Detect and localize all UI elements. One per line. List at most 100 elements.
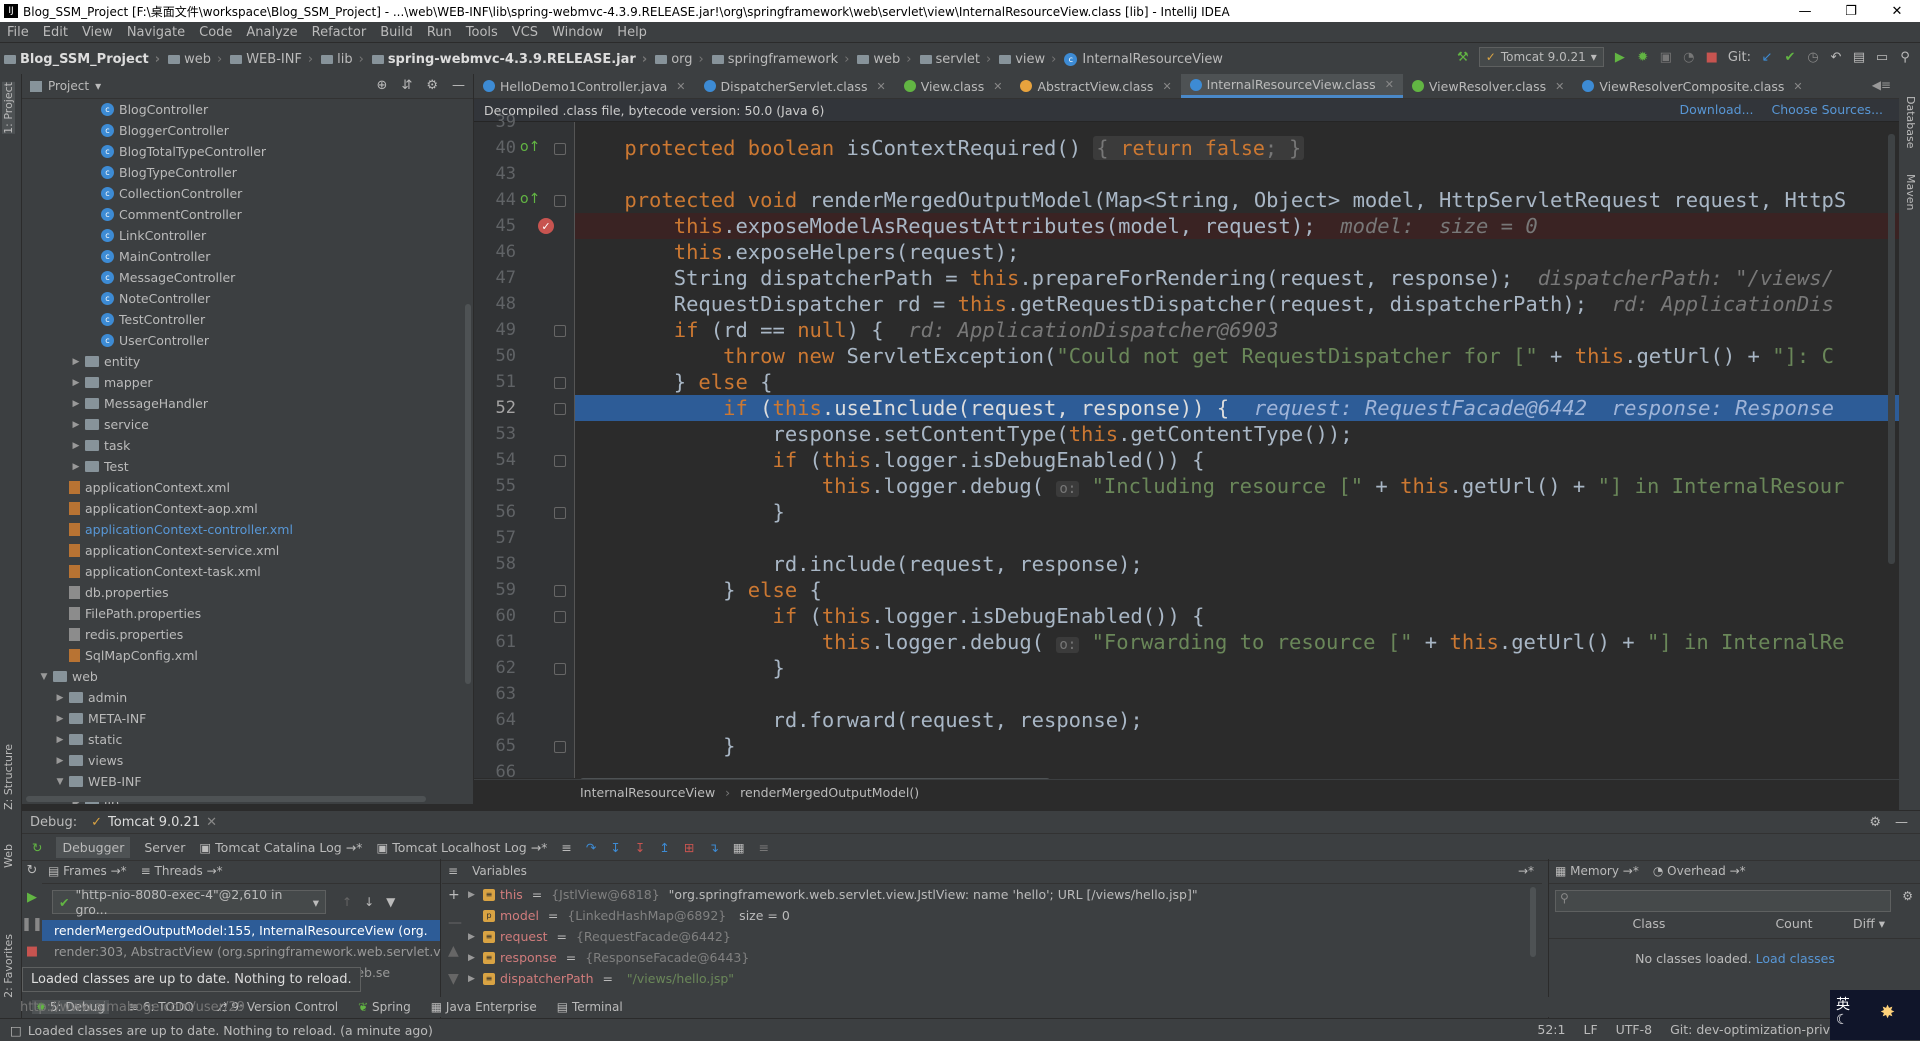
breadcrumb-servlet[interactable]: servlet › [916, 52, 996, 67]
expand-right-icon[interactable]: ▶ [54, 756, 66, 766]
tree-item[interactable]: ▶ META-INF [22, 708, 473, 729]
fold-icon[interactable] [554, 195, 566, 207]
revert-icon[interactable]: ↶ [1829, 50, 1843, 65]
tab-catalina-log[interactable]: ▣ Tomcat Catalina Log →* [199, 840, 362, 855]
expand-right-icon[interactable]: ▶ [54, 714, 66, 724]
threads-tab[interactable]: ≡ Threads →* [141, 864, 223, 878]
variable-row[interactable]: ▶ ≡ request = {RequestFacade@6442} [442, 926, 1542, 947]
code-area[interactable]: protected boolean isContextRequired() { … [575, 122, 1899, 778]
tree-item[interactable]: db.properties [22, 582, 473, 603]
filter-icon[interactable]: ▼ [386, 895, 395, 909]
project-structure-icon[interactable]: ▤ [1852, 50, 1866, 65]
project-panel-title[interactable]: Project [48, 79, 89, 93]
menu-file[interactable]: File [0, 25, 36, 40]
fold-icon[interactable] [554, 585, 566, 597]
debug-session-tab[interactable]: ✓ Tomcat 9.0.21 ✕ [91, 815, 217, 830]
tree-item[interactable]: c LinkController [22, 225, 473, 246]
step-into-icon[interactable]: ↧ [610, 840, 620, 855]
expand-right-icon[interactable]: ▶ [70, 357, 82, 367]
expand-right-icon[interactable]: ▶ [468, 953, 478, 963]
breadcrumb-view[interactable]: view › [995, 52, 1060, 67]
menu-help[interactable]: Help [610, 25, 654, 40]
close-icon[interactable]: ✕ [206, 815, 217, 830]
thread-selector[interactable]: ✔ "http-nio-8080-exec-4"@2,610 in gro...… [52, 887, 326, 917]
tab-server[interactable]: Server [144, 840, 185, 855]
col-class[interactable]: Class [1549, 916, 1749, 938]
editor-gutter[interactable]: 39 40 43 44 45 46 47 48 49 50 51 52 53 5… [474, 112, 575, 782]
menu-vcs[interactable]: VCS [505, 25, 545, 40]
gear-icon[interactable]: ⚙ [1902, 889, 1913, 903]
run-config-selector[interactable]: ✓ Tomcat 9.0.21 ▾ [1478, 47, 1604, 67]
rerun-icon[interactable]: ↻ [32, 840, 42, 855]
tree-item[interactable]: ▶ static [22, 729, 473, 750]
project-tool-tab[interactable]: 1: Project [2, 82, 15, 134]
expand-right-icon[interactable]: ▶ [70, 399, 82, 409]
tree-item[interactable]: c BloggerController [22, 120, 473, 141]
fold-icon[interactable] [554, 403, 566, 415]
pause-icon[interactable]: ❚❚ [21, 917, 43, 932]
collapse-all-icon[interactable]: ⇵ [401, 78, 412, 93]
tree-item[interactable]: ▶ Test [22, 456, 473, 477]
variable-row[interactable]: p model = {LinkedHashMap@6892} size = 0 [442, 905, 1542, 926]
ime-indicator[interactable]: 英 ☾ ✸ [1830, 990, 1920, 1040]
close-icon[interactable]: ✕ [1385, 78, 1394, 91]
choose-sources-link[interactable]: Choose Sources... [1772, 102, 1884, 117]
trace-icon[interactable]: ≡ [759, 840, 769, 855]
expand-down-icon[interactable]: ▼ [54, 777, 66, 787]
tree-item[interactable]: c CommentController [22, 204, 473, 225]
col-diff[interactable]: Diff ▾ [1839, 916, 1899, 938]
editor-tab[interactable]: View.class ✕ [895, 74, 1012, 98]
restart-icon[interactable]: ↻ [27, 863, 38, 878]
variable-row[interactable]: ▶ ≡ this = {JstlView@6818} "org.springfram… [442, 884, 1542, 905]
menu-code[interactable]: Code [192, 25, 239, 40]
tree-item[interactable]: c TestController [22, 309, 473, 330]
tree-item[interactable]: redis.properties [22, 624, 473, 645]
layout-icon[interactable]: ≡ [561, 840, 571, 855]
tree-item[interactable]: c UserController [22, 330, 473, 351]
hide-icon[interactable]: — [1895, 815, 1908, 830]
expand-right-icon[interactable]: ▶ [54, 735, 66, 745]
stack-frame-row[interactable]: render:303, AbstractView (org.springfram… [42, 941, 441, 962]
fold-icon[interactable] [554, 325, 566, 337]
menu-tools[interactable]: Tools [459, 25, 505, 40]
frames-tab[interactable]: ▤ Frames →* [48, 864, 127, 878]
caret-position[interactable]: 52:1 [1537, 1022, 1565, 1037]
breadcrumb-web-inf[interactable]: WEB-INF › [226, 52, 317, 67]
fold-icon[interactable] [554, 143, 566, 155]
search-icon[interactable]: ⚲ [1898, 50, 1912, 65]
close-icon[interactable]: ✕ [993, 80, 1002, 93]
tree-item[interactable]: c CollectionController [22, 183, 473, 204]
tree-item[interactable]: SqlMapConfig.xml [22, 645, 473, 666]
close-icon[interactable]: ✕ [876, 80, 885, 93]
pin-icon[interactable]: →* [1518, 864, 1534, 878]
maximize-button[interactable]: ❐ [1828, 0, 1874, 22]
override-gutter-icon[interactable]: o↑ [520, 139, 540, 155]
stop-icon[interactable]: ■ [26, 944, 38, 959]
expand-right-icon[interactable]: ▶ [468, 974, 478, 984]
tree-item[interactable]: c NoteController [22, 288, 473, 309]
stop-icon[interactable]: ■ [1705, 50, 1719, 65]
toolwin-java-enterprise[interactable]: ▦ Java Enterprise [431, 1000, 537, 1014]
variables-scrollbar[interactable] [1530, 887, 1536, 957]
tree-item[interactable]: ▼ WEB-INF [22, 771, 473, 792]
run-icon[interactable]: ▶ [1613, 50, 1627, 65]
hide-icon[interactable]: — [452, 78, 465, 93]
menu-edit[interactable]: Edit [36, 25, 75, 40]
close-icon[interactable]: ✕ [1162, 80, 1171, 93]
editor-tab[interactable]: ViewResolver.class ✕ [1403, 74, 1573, 98]
git-commit-icon[interactable]: ✔ [1783, 50, 1797, 65]
expand-right-icon[interactable]: ▶ [70, 462, 82, 472]
project-scrollbar[interactable] [465, 304, 471, 684]
web-tool-tab[interactable]: Web [2, 844, 15, 868]
add-watch-icon[interactable]: + [448, 887, 462, 903]
presentation-icon[interactable]: ▭ [1875, 50, 1889, 65]
col-count[interactable]: Count [1749, 916, 1839, 938]
fold-icon[interactable] [554, 377, 566, 389]
expand-right-icon[interactable]: ▶ [468, 932, 478, 942]
breadcrumb-web-pkg[interactable]: web › [853, 52, 915, 67]
file-encoding[interactable]: UTF-8 [1616, 1022, 1652, 1037]
structure-tool-tab[interactable]: Z: Structure [2, 744, 15, 810]
tree-item[interactable]: c MessageController [22, 267, 473, 288]
down-icon[interactable]: ▼ [448, 971, 462, 987]
toolwin-terminal[interactable]: ▤ Terminal [557, 1000, 623, 1014]
